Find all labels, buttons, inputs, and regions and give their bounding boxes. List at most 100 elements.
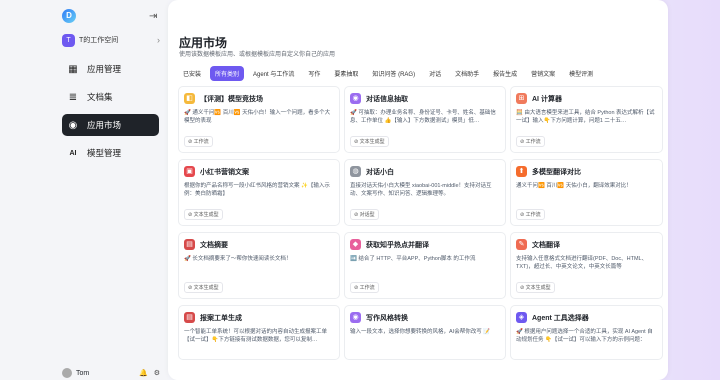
- app-icon: ◈: [516, 312, 527, 323]
- user-name: Tom: [76, 369, 90, 377]
- app-logo: D: [62, 9, 76, 23]
- card-title: 文档摘要: [200, 241, 228, 249]
- tag-label: 工作流: [525, 212, 541, 218]
- gear-icon[interactable]: ⚙: [154, 369, 160, 377]
- sidebar-nav: ▦ 应用管理 ≣ 文档集 ◉ 应用市场 AI 模型管理: [62, 58, 159, 170]
- app-card[interactable]: ◉ 对话信息抽取 🚀 可抽取：办理业务名称、身份证号、卡号、姓名、基础信息、工作单位…: [344, 86, 506, 153]
- sidebar-item-label: 应用市场: [87, 120, 122, 130]
- app-icon: ⬆: [516, 166, 527, 177]
- card-description: 直接对话天佑小白大模型 xiaobai-001-middle！支持对话互动、文案…: [350, 183, 492, 197]
- tab-doc-assistant[interactable]: 文档助手: [450, 66, 484, 81]
- user-profile[interactable]: Tom 🔔 ⚙: [62, 368, 160, 378]
- card-title: 小红书营销文案: [200, 168, 249, 176]
- card-header: ▤ 文档摘要: [184, 239, 334, 250]
- workspace-switcher[interactable]: T T的工作空间 ›: [62, 32, 160, 48]
- card-header: ◈ Agent 工具选择器: [516, 312, 657, 323]
- card-title: 报案工单生成: [200, 314, 242, 322]
- app-icon: ✎: [516, 239, 527, 250]
- app-card[interactable]: ◧ 【评测】模型竞技场 🚀 通义千问🆚 百川🆚 天佑小白！输入一个问题，看多个大模型…: [178, 86, 340, 153]
- page-subtitle: 使用该数据模板应用、或根据模板应用自定义你自己的应用: [179, 52, 336, 58]
- card-title: AI 计算器: [532, 95, 562, 103]
- card-tag: ⊘ 文本生成型: [184, 282, 223, 293]
- card-description: 🚀 可抽取：办理业务名称、身份证号、卡号、姓名、基础信息、工作单位 👍【输入】下…: [350, 110, 496, 124]
- app-icon: ◆: [350, 239, 361, 250]
- tab-installed[interactable]: 已安装: [178, 66, 206, 81]
- app-card[interactable]: ◆ 获取知乎热点并翻译 ➡️ 结合了 HTTP、平台APP、Python脚本 的工作…: [344, 232, 506, 299]
- card-tag: ⊘ 文本生成型: [184, 209, 223, 220]
- sidebar-collapse-icon[interactable]: ⇥: [149, 11, 157, 22]
- card-tag: ⊘ 对话型: [350, 209, 379, 220]
- tab-chat[interactable]: 对话: [424, 66, 446, 81]
- app-card[interactable]: ▣ 小红书营销文案根据你的产品名称写一段小红书风格的营销文案 ✨【输入示例：美白防…: [178, 159, 340, 226]
- tab-report[interactable]: 报告生成: [488, 66, 522, 81]
- tag-label: 工作流: [525, 139, 541, 145]
- app-card[interactable]: ⬆ 多模型翻译对比 通义千问🆚 百川🆚 天佑小白，翻译效果对比！ ⊘ 工作流: [510, 159, 663, 226]
- card-description: 支持输入任意格式文档进行翻译(PDF、Doc、HTML、TXT)，超过长、中英文…: [516, 256, 648, 270]
- app-icon: ▤: [184, 312, 195, 323]
- card-title: 对话小白: [366, 168, 394, 176]
- card-header: ◧ 【评测】模型竞技场: [184, 93, 334, 104]
- tag-label: 工作流: [193, 139, 209, 145]
- card-header: ▣ 小红书营销文案: [184, 166, 334, 177]
- card-header: ⬆ 多模型翻译对比: [516, 166, 657, 177]
- card-title: Agent 工具选择器: [532, 314, 589, 322]
- app-card[interactable]: ◉ 写作风格转换输入一段文本，选择你想要转换的风格，AI会帮你改写 📝: [344, 305, 506, 360]
- sidebar: D ⇥ T T的工作空间 › ▦ 应用管理 ≣ 文档集 ◉ 应用市场 AI 模型…: [0, 0, 168, 380]
- ai-icon: AI: [69, 149, 77, 157]
- app-card[interactable]: ▤ 文档摘要 🚀 长文档摘要来了～帮你快速阅读长文档！ ⊘ 文本生成型: [178, 232, 340, 299]
- card-description: 输入一段文本，选择你想要转换的风格，AI会帮你改写 📝: [350, 329, 491, 335]
- database-icon: ≣: [68, 91, 78, 103]
- sidebar-item-label: 文档集: [87, 92, 113, 102]
- app-icon: ◉: [350, 93, 361, 104]
- app-card[interactable]: ✎ 文档翻译 支持输入任意格式文档进行翻译(PDF、Doc、HTML、TXT)，超过…: [510, 232, 663, 299]
- card-title: 写作风格转换: [366, 314, 408, 322]
- card-tag: ⊘ 工作流: [184, 136, 213, 147]
- app-icon: ▤: [184, 239, 195, 250]
- card-description: 通义千问🆚 百川🆚 天佑小白，翻译效果对比！: [516, 183, 632, 189]
- tag-label: 文本生成型: [193, 212, 219, 218]
- app-card[interactable]: ◈ Agent 工具选择器 🚀 根据用户问题选择一个合适的工具，实现 AI Agen…: [510, 305, 663, 360]
- tag-label: 工作流: [359, 285, 375, 291]
- app-card[interactable]: ▤ 报案工单生成一个智能工单系统！可以根据对话的内容自动生成报案工单【试一试】👇下…: [178, 305, 340, 360]
- card-description: 一个智能工单系统！可以根据对话的内容自动生成报案工单【试一试】👇下方链接有测试数…: [184, 329, 328, 343]
- sidebar-item-document-sets[interactable]: ≣ 文档集: [62, 86, 159, 108]
- tab-model-eval[interactable]: 模型评测: [564, 66, 598, 81]
- app-card[interactable]: ⊞ AI 计算器 🧮 由大语言模型来进工具，结合 Python 表达式解析【试一试】…: [510, 86, 663, 153]
- card-title: 对话信息抽取: [366, 95, 408, 103]
- card-title: 【评测】模型竞技场: [200, 95, 263, 103]
- main-panel: 应用市场 使用该数据模板应用、或根据模板应用自定义你自己的应用 已安装 所有类别…: [168, 0, 668, 380]
- card-description: 🧮 由大语言模型来进工具，结合 Python 表达式解析【试一试】输入👇下方问题…: [516, 110, 655, 124]
- card-tag: ⊘ 文本生成型: [516, 282, 555, 293]
- card-header: ◉ 对话信息抽取: [350, 93, 500, 104]
- card-tag: ⊘ 文本生成型: [350, 136, 389, 147]
- tab-writing[interactable]: 写作: [303, 66, 325, 81]
- app-card[interactable]: ◍ 对话小白 直接对话天佑小白大模型 xiaobai-001-middle！支持对话…: [344, 159, 506, 226]
- card-description: 根据你的产品名称写一段小红书风格的营销文案 ✨【输入示例：美白防晒霜】: [184, 183, 330, 197]
- card-tag: ⊘ 工作流: [516, 136, 545, 147]
- sidebar-item-model-management[interactable]: AI 模型管理: [62, 142, 159, 164]
- sidebar-item-label: 模型管理: [87, 148, 122, 158]
- sidebar-item-app-market[interactable]: ◉ 应用市场: [62, 114, 159, 136]
- card-description: 🚀 根据用户问题选择一个合适的工具，实现 AI Agent 自动规划任务 👇【试…: [516, 329, 653, 343]
- card-description: 🚀 长文档摘要来了～帮你快速阅读长文档！: [184, 256, 292, 262]
- app-icon: ◉: [350, 312, 361, 323]
- card-header: ◆ 获取知乎热点并翻译: [350, 239, 500, 250]
- sidebar-item-app-management[interactable]: ▦ 应用管理: [62, 58, 159, 80]
- avatar: [62, 368, 72, 378]
- chevron-right-icon: ›: [157, 35, 160, 45]
- compass-icon: ◉: [68, 119, 78, 131]
- app-card-grid: ◧ 【评测】模型竞技场 🚀 通义千问🆚 百川🆚 天佑小白！输入一个问题，看多个大模型…: [178, 86, 663, 360]
- tab-extraction[interactable]: 要素抽取: [329, 66, 363, 81]
- tab-rag[interactable]: 知识问答 (RAG): [367, 66, 420, 81]
- grid-icon: ▦: [68, 63, 78, 75]
- app-icon: ⊞: [516, 93, 527, 104]
- tab-agent-workflow[interactable]: Agent 与工作流: [248, 66, 299, 81]
- app-icon: ▣: [184, 166, 195, 177]
- tag-label: 文本生成型: [525, 285, 551, 291]
- tag-label: 对话型: [359, 212, 375, 218]
- card-header: ◉ 写作风格转换: [350, 312, 500, 323]
- tab-all-categories[interactable]: 所有类别: [210, 66, 245, 81]
- tab-marketing[interactable]: 营销文案: [526, 66, 560, 81]
- workspace-name: T的工作空间: [79, 37, 119, 44]
- bell-icon[interactable]: 🔔: [139, 369, 148, 377]
